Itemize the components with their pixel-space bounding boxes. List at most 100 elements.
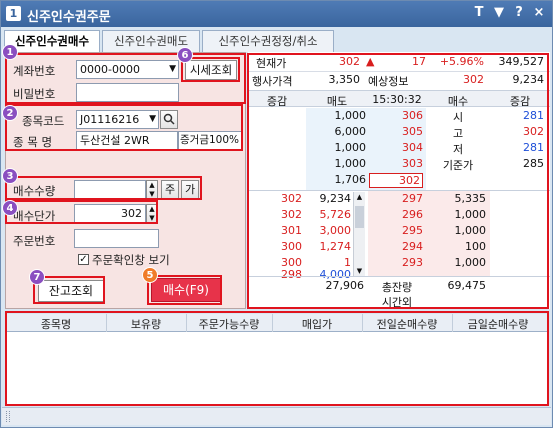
col-prev-net-buy[interactable]: 전일순매수량 [362, 316, 452, 332]
confirm-label: 주문확인창 보기 [92, 253, 170, 267]
col-holding-qty[interactable]: 보유량 [106, 316, 186, 332]
holdings-body[interactable] [6, 332, 547, 405]
tab-modify-cancel[interactable]: 신주인수권정정/취소 [202, 30, 334, 52]
buy-button[interactable]: 매수(F9) [151, 278, 221, 302]
tick-price: 298 [281, 268, 302, 281]
bid-qty: 1,000 [454, 224, 487, 237]
col-purchase-price[interactable]: 매입가 [272, 316, 362, 332]
title-bar[interactable]: 1 신주인수권주문 T ▼ ? × [1, 1, 552, 27]
ask-price[interactable]: 303 [368, 157, 423, 170]
bid-price[interactable]: 293 [368, 256, 423, 269]
qty-price-button[interactable]: 가 [181, 180, 199, 199]
expected-volume: 9,234 [512, 73, 545, 86]
qty-stepper[interactable]: ▲ ▼ [146, 180, 158, 199]
search-button[interactable] [160, 110, 178, 129]
col-orderable-qty[interactable]: 주문가능수량 [186, 316, 272, 332]
scroll-down-icon[interactable]: ▼ [354, 266, 365, 276]
price-change-pct: +5.96% [439, 55, 484, 68]
base-price-value: 285 [523, 157, 544, 170]
tick-scrollbar[interactable]: ▲ ▼ [353, 192, 365, 276]
bid-qty: 5,335 [454, 192, 487, 205]
header-ask: 매도 [326, 95, 348, 108]
order-window: 1 신주인수권주문 T ▼ ? × 신주인수권매수 신주인수권매도 신주인수권정… [0, 0, 553, 428]
tick-qty: 1,274 [319, 240, 352, 253]
high-value: 302 [523, 125, 544, 138]
ask-qty: 1,000 [334, 109, 367, 122]
exercise-price: 3,350 [328, 73, 361, 86]
code-input[interactable]: J01116216 ▼ [76, 110, 159, 129]
scroll-thumb[interactable] [355, 206, 364, 228]
header-change: 증감 [266, 95, 288, 108]
close-icon[interactable]: × [532, 5, 546, 21]
bid-price[interactable]: 297 [368, 192, 423, 205]
step-badge-4: 4 [2, 200, 18, 216]
bid-price[interactable]: 296 [368, 208, 423, 221]
tick-qty: 5,726 [319, 208, 352, 221]
total-label: 총잔량 [381, 281, 413, 294]
order-no-label: 주문번호 [13, 234, 56, 248]
tab-buy[interactable]: 신주인수권매수 [4, 30, 100, 53]
ask-qty: 1,000 [334, 157, 367, 170]
step-badge-1: 1 [2, 44, 18, 60]
tick-price: 301 [281, 224, 302, 237]
orderbook-panel: 현재가 302 ▲ 17 +5.96% 349,527 행사가격 3,350 예… [248, 52, 550, 309]
tick-qty: 9,234 [319, 192, 352, 205]
expected-price: 302 [463, 73, 484, 86]
current-price-label: 현재가 [256, 57, 287, 70]
open-value: 281 [523, 109, 544, 122]
ask-price[interactable]: 306 [368, 109, 423, 122]
account-label: 계좌번호 [13, 64, 56, 78]
bid-qty: 1,000 [454, 208, 487, 221]
app-number-icon: 1 [6, 6, 21, 21]
ask-price-selected[interactable]: 302 [369, 173, 423, 188]
col-today-net-buy[interactable]: 금일순매수량 [452, 316, 544, 332]
price-label: 매수단가 [13, 209, 56, 223]
font-icon[interactable]: T [472, 5, 486, 21]
code-label: 종목코드 [22, 114, 65, 128]
scroll-up-icon[interactable]: ▲ [354, 192, 365, 202]
quote-button[interactable]: 시세조회 [185, 60, 237, 80]
chevron-down-icon[interactable]: ▼ [149, 111, 156, 128]
step-badge-6: 6 [177, 47, 193, 63]
chevron-down-icon[interactable]: ▼ [169, 61, 176, 78]
order-no-input[interactable] [74, 229, 159, 248]
qty-unit-button[interactable]: 주 [161, 180, 179, 199]
password-label: 비밀번호 [13, 87, 56, 101]
expected-label: 예상정보 [368, 75, 409, 88]
bid-price[interactable]: 295 [368, 224, 423, 237]
qty-label: 매수수량 [13, 184, 56, 198]
chevron-down-icon[interactable]: ▼ [492, 5, 506, 21]
low-value: 281 [523, 141, 544, 154]
name-field: 두산건설 2WR [76, 131, 178, 150]
search-icon [163, 113, 175, 125]
base-price-label: 기준가 [442, 159, 474, 172]
ask-price[interactable]: 304 [368, 141, 423, 154]
bid-price[interactable]: 294 [368, 240, 423, 253]
grip-icon[interactable] [6, 411, 10, 422]
step-badge-5: 5 [142, 267, 158, 283]
balance-button[interactable]: 잔고조회 [38, 280, 104, 302]
status-bar [2, 407, 551, 425]
price-input[interactable]: 302 [74, 204, 146, 223]
col-stock-name[interactable]: 종목명 [6, 316, 106, 332]
bid-qty: 100 [465, 240, 486, 253]
password-input[interactable] [76, 83, 179, 102]
qty-input[interactable] [74, 180, 146, 199]
price-stepper[interactable]: ▲ ▼ [146, 204, 158, 223]
step-badge-7: 7 [29, 269, 45, 285]
account-select[interactable]: 0000-0000 ▼ [76, 60, 179, 79]
low-label: 저 [452, 143, 464, 156]
total-bid-qty: 69,475 [447, 279, 487, 292]
holdings-header: 종목명 보유량 주문가능수량 매입가 전일순매수량 금일순매수량 [6, 314, 547, 332]
header-bid-change: 증감 [509, 95, 531, 108]
confirm-checkbox[interactable]: ✓ [78, 254, 89, 265]
step-badge-2: 2 [2, 105, 18, 121]
ask-qty: 1,000 [334, 141, 367, 154]
tick-price: 302 [281, 192, 302, 205]
help-icon[interactable]: ? [512, 5, 526, 21]
ask-qty: 6,000 [334, 125, 367, 138]
name-label: 종 목 명 [13, 135, 53, 149]
header-time: 15:30:32 [372, 93, 422, 106]
ask-price[interactable]: 305 [368, 125, 423, 138]
exercise-price-label: 행사가격 [252, 75, 293, 88]
